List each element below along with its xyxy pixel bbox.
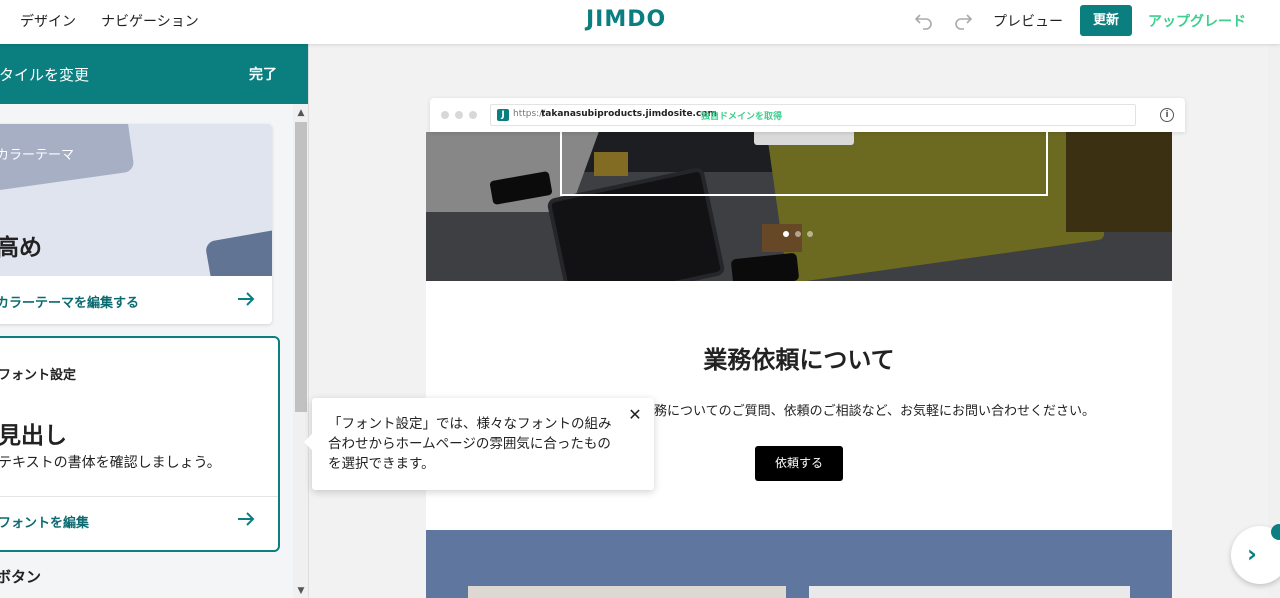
- redo-icon[interactable]: [952, 10, 974, 32]
- font-tooltip: 「フォント設定」では、様々なフォントの組み合わせからホームページの雰囲気に合った…: [304, 398, 654, 490]
- arrow-right-icon[interactable]: [236, 509, 256, 529]
- hero-label: [754, 132, 854, 145]
- close-icon[interactable]: ✕: [627, 407, 643, 423]
- chevron-right-icon: ›: [1247, 540, 1257, 568]
- edit-font-link[interactable]: フォントを編集: [0, 512, 89, 531]
- site-preview: 業務依頼について 業務についてのご質問、依頼のご相談など、お気軽にお問い合わせく…: [426, 132, 1172, 598]
- request-button[interactable]: 依頼する: [755, 446, 843, 481]
- divider: [0, 496, 278, 497]
- upgrade-link[interactable]: アップグレード: [1148, 11, 1246, 31]
- notification-badge: [1271, 524, 1280, 540]
- carousel-dot[interactable]: [795, 231, 801, 237]
- font-heading-sample: 見出し: [0, 423, 67, 449]
- url-bar: J https:// takanasubiproducts.jimdosite.…: [490, 104, 1136, 126]
- browser-frame: J https:// takanasubiproducts.jimdosite.…: [430, 98, 1185, 132]
- window-dot: [441, 111, 449, 119]
- panel-header: スタイルを変更 完了: [0, 44, 308, 104]
- window-dot: [455, 111, 463, 119]
- done-button[interactable]: 完了: [249, 64, 277, 84]
- blue-band: [426, 530, 1172, 598]
- scroll-up-icon[interactable]: ▲: [296, 108, 306, 118]
- help-float-button[interactable]: ›: [1231, 524, 1280, 584]
- font-description: テキストの書体を確認しましょう。: [0, 455, 221, 471]
- color-theme-label: カラーテーマ: [0, 148, 75, 163]
- arrow-right-icon[interactable]: [236, 289, 256, 309]
- band-image: [809, 586, 1130, 598]
- tooltip-arrow: [304, 434, 312, 450]
- carousel-dot-active[interactable]: [783, 231, 789, 237]
- update-button[interactable]: 更新: [1080, 5, 1132, 36]
- url-host: takanasubiproducts.jimdosite.com: [541, 109, 717, 119]
- undo-icon[interactable]: [913, 10, 935, 32]
- info-icon[interactable]: i: [1160, 108, 1174, 122]
- design-menu[interactable]: デザイン: [20, 11, 76, 31]
- tooltip-text: 「フォント設定」では、様々なフォントの組み合わせからホームページの雰囲気に合った…: [328, 416, 612, 472]
- band-image: [468, 586, 786, 598]
- panel-title: スタイルを変更: [0, 66, 90, 84]
- preview-button[interactable]: プレビュー: [993, 11, 1063, 31]
- favicon-icon: J: [497, 109, 509, 121]
- color-theme-card[interactable]: カラーテーマ 高め カラーテーマを編集する: [0, 124, 272, 324]
- edit-color-theme-link[interactable]: カラーテーマを編集する: [0, 292, 139, 311]
- get-domain-link[interactable]: 独自ドメインを取得: [701, 109, 782, 122]
- button-section-title[interactable]: ボタン: [0, 566, 41, 587]
- scroll-thumb[interactable]: [295, 122, 307, 412]
- panel-scrollbar[interactable]: ▲ ▼: [293, 104, 308, 598]
- jimdo-logo: JIMDO: [586, 7, 667, 32]
- scroll-down-icon[interactable]: ▼: [296, 586, 306, 596]
- color-theme-preview: カラーテーマ 高め: [0, 124, 272, 276]
- section-heading: 業務依頼について: [703, 346, 895, 374]
- hero-image: [426, 132, 1172, 281]
- carousel-dot[interactable]: [807, 231, 813, 237]
- section-text: 業務についてのご質問、依頼のご相談など、お気軽にお問い合わせください。: [641, 404, 1095, 419]
- color-theme-sample: 高め: [0, 235, 42, 261]
- window-dot: [469, 111, 477, 119]
- page-scrollbar[interactable]: [1268, 44, 1280, 598]
- font-settings-label: フォント設定: [0, 368, 77, 383]
- navigation-menu[interactable]: ナビゲーション: [101, 11, 199, 31]
- top-bar: デザイン ナビゲーション JIMDO プレビュー 更新 アップグレード: [0, 0, 1280, 44]
- font-settings-card[interactable]: フォント設定 見出し テキストの書体を確認しましょう。 フォントを編集: [0, 336, 280, 552]
- style-panel: スタイルを変更 完了 カラーテーマ 高め カラーテーマを編集する フォント設定 …: [0, 44, 309, 598]
